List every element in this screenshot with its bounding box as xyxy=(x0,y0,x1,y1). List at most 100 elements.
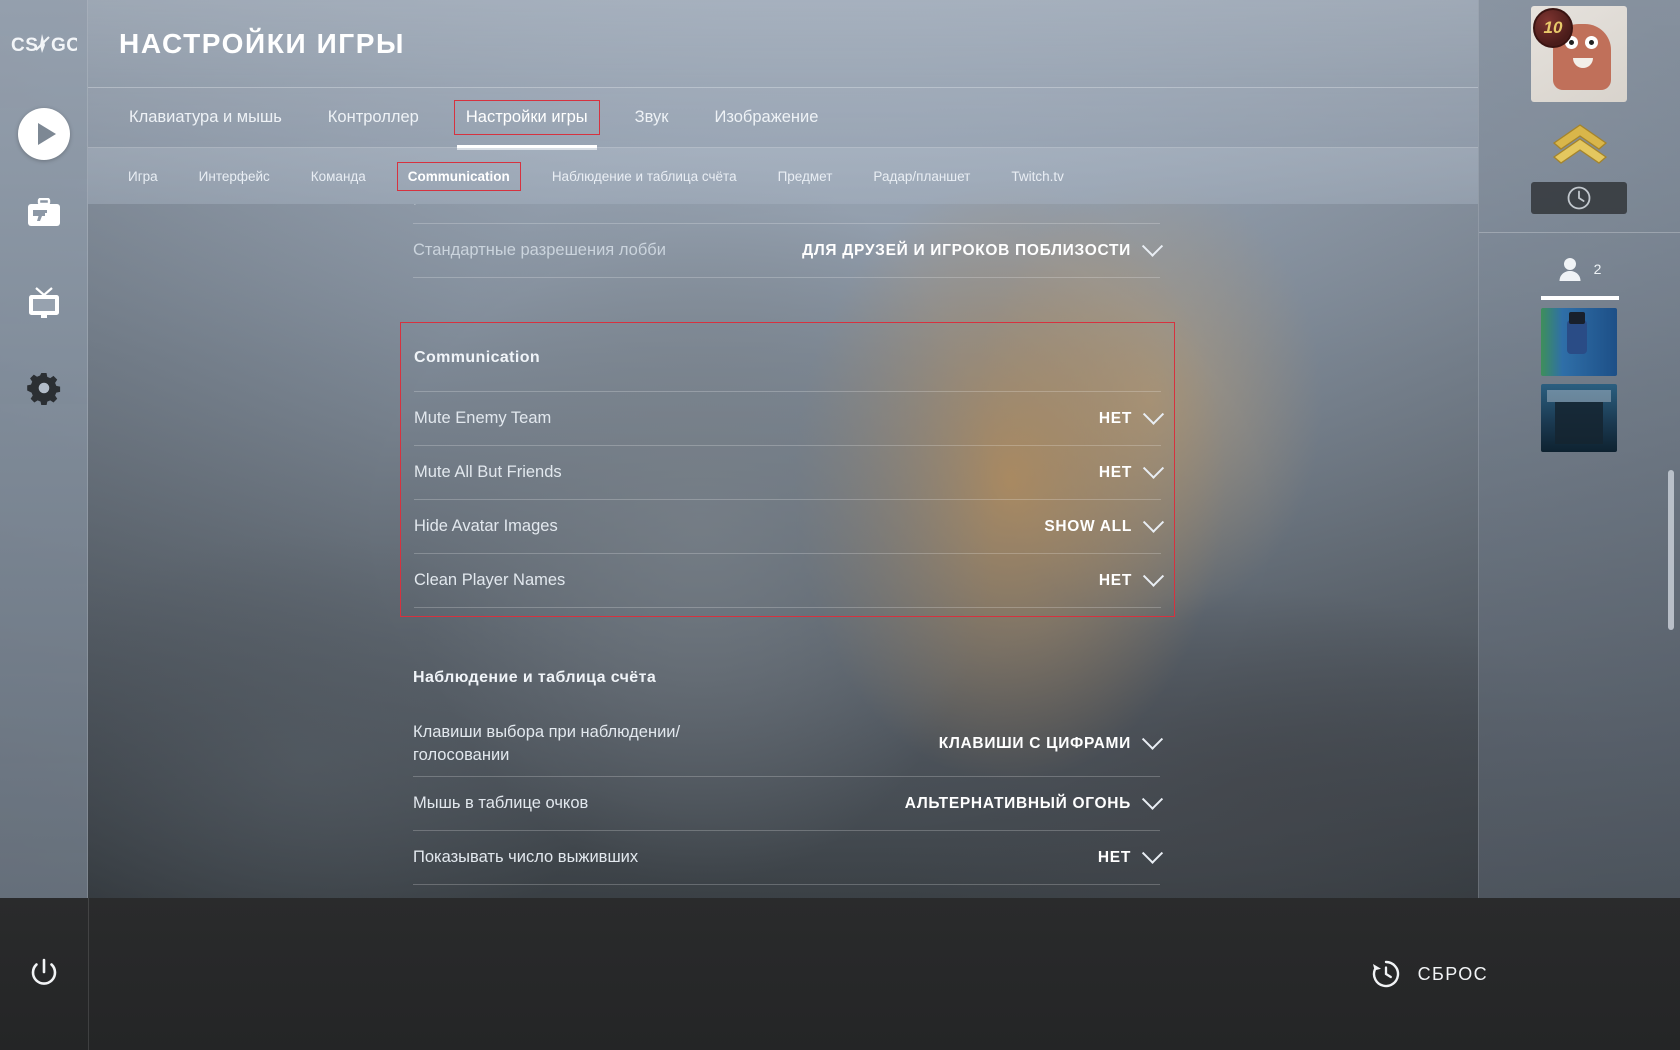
setting-label: Clean Player Names xyxy=(414,571,566,590)
setting-value-control[interactable]: КЛАВИШИ С ЦИФРАМИ xyxy=(938,728,1164,753)
setting-value-control[interactable]: SHOW ALL xyxy=(1044,511,1165,536)
bottom-divider xyxy=(88,898,89,1050)
page-header: НАСТРОЙКИ ИГРЫ xyxy=(88,0,1478,88)
power-icon xyxy=(31,958,57,985)
svg-text:CS: CS xyxy=(11,35,38,56)
tab-keyboard-mouse[interactable]: Клавиатура и мышь xyxy=(118,101,293,134)
setting-value: АЛЬТЕРНАТИВНЫЙ ОГОНЬ xyxy=(904,794,1131,812)
setting-label: Клавиши выбора при наблюдении/ голосован… xyxy=(413,723,681,764)
scrollbar-thumb[interactable] xyxy=(1668,470,1674,630)
subtab-interface[interactable]: Интерфейс xyxy=(189,163,280,190)
reset-label: СБРОС xyxy=(1417,963,1488,984)
setting-value: НЕТ xyxy=(1097,848,1131,866)
setting-label: режиме xyxy=(413,204,472,208)
rail-divider xyxy=(1479,232,1680,233)
avatar-eye-right xyxy=(1585,36,1598,49)
sidebar-item-inventory[interactable] xyxy=(0,184,88,244)
setting-row-lobby-permissions[interactable]: Стандартные разрешения лобби ДЛЯ ДРУЗЕЙ … xyxy=(413,224,1164,278)
chevron-down-icon xyxy=(1142,457,1165,479)
sidebar-item-settings[interactable] xyxy=(0,358,88,418)
chevron-down-icon xyxy=(1141,842,1164,864)
setting-value-control[interactable]: АЛЬТЕРНАТИВНЫЙ ОГОНЬ xyxy=(904,788,1164,813)
power-button[interactable] xyxy=(0,898,88,1050)
tab-game-settings[interactable]: Настройки игры xyxy=(453,100,600,150)
setting-row-scoreboard-mouse[interactable]: Мышь в таблице очков АЛЬТЕРНАТИВНЫЙ ОГОН… xyxy=(413,777,1164,831)
friends-count: 2 xyxy=(1593,261,1602,277)
chevron-down-icon xyxy=(1142,511,1165,533)
friend-card-2[interactable] xyxy=(1541,384,1617,452)
section-title-spectating: Наблюдение и таблица счёта xyxy=(413,669,657,686)
friend-avatar-1-hat xyxy=(1569,312,1585,324)
csgo-logo: CS GO xyxy=(10,26,78,62)
gear-icon xyxy=(27,373,61,405)
tab-sound[interactable]: Звук xyxy=(624,101,680,134)
clock-icon xyxy=(1567,186,1591,210)
avatar[interactable]: 10 xyxy=(1531,6,1627,102)
sidebar-item-watch[interactable] xyxy=(0,272,88,332)
chevron-down-icon xyxy=(1142,565,1165,587)
setting-row-spectator-select-keys[interactable]: Клавиши выбора при наблюдении/ голосован… xyxy=(413,711,1164,777)
setting-row-show-survivors-count[interactable]: Показывать число выживших НЕТ xyxy=(413,831,1164,885)
friends-underline xyxy=(1541,296,1619,300)
playtime-pill[interactable] xyxy=(1531,182,1627,214)
setting-value-control[interactable]: НЕТ xyxy=(1098,457,1165,482)
reset-button[interactable]: СБРОС xyxy=(1370,948,1488,1000)
double-chevron-rank-icon xyxy=(1552,124,1607,164)
scrollbar-track[interactable] xyxy=(1668,250,1674,850)
setting-value-control[interactable]: ДЛЯ ДРУЗЕЙ И ИГРОКОВ ПОБЛИЗОСТИ xyxy=(802,235,1164,260)
subtab-game[interactable]: Игра xyxy=(118,163,168,190)
setting-row-mute-all-but-friends[interactable]: Mute All But Friends НЕТ xyxy=(414,446,1165,500)
setting-row-hide-avatar-images[interactable]: Hide Avatar Images SHOW ALL xyxy=(414,500,1165,554)
page-title: НАСТРОЙКИ ИГРЫ xyxy=(119,27,406,59)
tab-video[interactable]: Изображение xyxy=(703,101,829,134)
subtab-item[interactable]: Предмет xyxy=(768,163,843,190)
setting-value-control[interactable]: НЕТ xyxy=(1098,565,1165,590)
chevron-down-icon xyxy=(1141,728,1164,750)
setting-row-smooth-spectator-camera[interactable]: Плавная камера наблюдателя ДА xyxy=(413,885,1164,898)
subtab-team[interactable]: Команда xyxy=(301,163,376,190)
sidebar-item-play[interactable] xyxy=(0,104,88,164)
chevron-down-icon xyxy=(1141,788,1164,810)
chevron-down-icon xyxy=(1141,235,1164,257)
play-icon xyxy=(18,108,70,160)
setting-label: Mute Enemy Team xyxy=(414,409,552,428)
setting-value: НЕТ xyxy=(1098,571,1132,589)
subtab-radar-tablet[interactable]: Радар/планшет xyxy=(863,163,980,190)
setting-value: КЛАВИШИ С ЦИФРАМИ xyxy=(938,734,1131,752)
setting-value-control[interactable]: НЕТ xyxy=(1097,842,1164,867)
subtab-communication[interactable]: Communication xyxy=(396,161,521,191)
setting-row-partial-top[interactable]: режиме xyxy=(413,204,1160,224)
setting-row-mute-enemy-team[interactable]: Mute Enemy Team НЕТ xyxy=(414,392,1165,446)
friends-counter[interactable]: 2 xyxy=(1479,246,1680,292)
friend-avatar-2 xyxy=(1555,402,1603,444)
svg-text:GO: GO xyxy=(51,35,77,56)
subtab-twitch-tv[interactable]: Twitch.tv xyxy=(1001,163,1074,190)
tab-controller[interactable]: Контроллер xyxy=(317,101,430,134)
bottom-action-bar: СБРОС xyxy=(0,898,1680,1050)
setting-value: НЕТ xyxy=(1098,409,1132,427)
rank-badge[interactable] xyxy=(1479,120,1680,168)
inventory-icon xyxy=(28,198,60,226)
history-restore-icon xyxy=(1372,960,1399,988)
friend-card-1[interactable] xyxy=(1541,308,1617,376)
tv-icon xyxy=(29,287,59,318)
left-nav-rail: CS GO xyxy=(0,0,88,898)
person-icon xyxy=(1559,258,1581,281)
level-badge: 10 xyxy=(1533,8,1573,48)
settings-scroll-area: режиме Стандартные разрешения лобби ДЛЯ … xyxy=(88,204,1478,898)
subtab-spectating-scoreboard[interactable]: Наблюдение и таблица счёта xyxy=(542,163,747,190)
friend-avatar-1 xyxy=(1567,320,1587,354)
setting-label: Mute All But Friends xyxy=(414,463,562,482)
secondary-tab-bar: Игра Интерфейс Команда Communication Наб… xyxy=(88,148,1478,204)
setting-value-control[interactable]: НЕТ xyxy=(1098,403,1165,428)
setting-label: Показывать число выживших xyxy=(413,848,639,867)
setting-value: SHOW ALL xyxy=(1044,517,1132,535)
setting-label: Hide Avatar Images xyxy=(414,517,558,536)
setting-value: НЕТ xyxy=(1098,463,1132,481)
setting-label: Стандартные разрешения лобби xyxy=(413,241,666,260)
communication-settings-group: Communication Mute Enemy Team НЕТ Mute A… xyxy=(400,322,1175,617)
setting-label: Мышь в таблице очков xyxy=(413,794,589,813)
setting-row-clean-player-names[interactable]: Clean Player Names НЕТ xyxy=(414,554,1165,608)
